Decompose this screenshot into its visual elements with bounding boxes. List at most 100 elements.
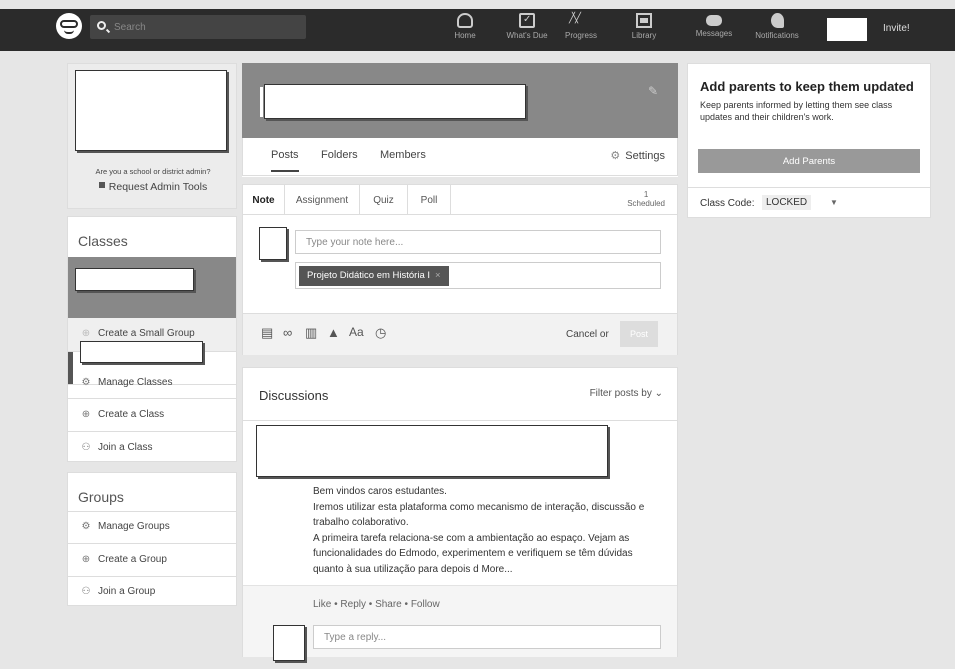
messages-icon xyxy=(706,15,722,26)
scheduled-label: Scheduled xyxy=(627,199,665,208)
small-group-item[interactable] xyxy=(80,341,203,363)
pencil-icon[interactable]: ✎ xyxy=(648,84,658,98)
nav-messages[interactable]: Messages xyxy=(693,11,735,47)
add-parents-button[interactable]: Add Parents xyxy=(698,149,920,173)
parents-title: Add parents to keep them updated xyxy=(700,79,914,94)
groups-title: Groups xyxy=(78,489,124,505)
follow-link[interactable]: Follow xyxy=(411,599,440,610)
banner-accent xyxy=(260,87,263,117)
home-icon xyxy=(457,13,473,28)
recipient-chip: Projeto Didático em História I × xyxy=(299,266,449,286)
nav-label: Home xyxy=(454,31,476,40)
recipient-chip-label: Projeto Didático em História I xyxy=(307,270,431,281)
schedule-clock-icon[interactable]: ◷ xyxy=(375,325,386,341)
note-input[interactable] xyxy=(295,230,661,254)
post-composer: Note Assignment Quiz Poll 1 Scheduled Pr… xyxy=(242,184,678,355)
create-small-group-label: Create a Small Group xyxy=(98,328,195,339)
create-class-label: Create a Class xyxy=(98,409,165,420)
classes-panel: Classes ⊕ Create a Small Group ⚙ Manage … xyxy=(67,216,237,462)
group-tabs: Posts Folders Members ⚙ Settings xyxy=(242,138,678,176)
groups-panel: Groups ⚙ Manage Groups ⊕ Create a Group … xyxy=(67,472,237,606)
tab-folders[interactable]: Folders xyxy=(321,149,358,161)
tab-note[interactable]: Note xyxy=(243,185,285,214)
divider xyxy=(688,187,930,188)
nav-label: What's Due xyxy=(506,31,548,40)
tab-assignment[interactable]: Assignment xyxy=(285,185,360,214)
nav-library[interactable]: Library xyxy=(626,11,662,47)
manage-classes-link[interactable]: ⚙ Manage Classes xyxy=(68,367,236,400)
reply-row xyxy=(243,623,677,661)
user-avatar[interactable] xyxy=(827,18,867,41)
whats-due-icon xyxy=(519,13,535,28)
join-group-label: Join a Group xyxy=(98,586,156,597)
create-group-label: Create a Group xyxy=(98,554,167,565)
scheduled-count: 1 xyxy=(643,190,649,199)
manage-classes-label: Manage Classes xyxy=(98,377,173,388)
group-banner: ✎ xyxy=(242,63,678,138)
search-box[interactable] xyxy=(90,15,306,39)
chip-remove-button[interactable]: × xyxy=(435,270,441,281)
group-title-redacted xyxy=(264,84,526,119)
share-link[interactable]: Share xyxy=(375,599,402,610)
add-parents-card: Add parents to keep them updated Keep pa… xyxy=(687,63,931,218)
composer-tabs: Note Assignment Quiz Poll 1 Scheduled xyxy=(243,185,677,215)
nav-whats-due[interactable]: What's Due xyxy=(502,11,552,47)
like-link[interactable]: Like xyxy=(313,599,331,610)
plus-circle-icon: ⊕ xyxy=(81,328,91,339)
class-code-dropdown-icon[interactable]: ▼ xyxy=(830,198,838,207)
tab-quiz[interactable]: Quiz xyxy=(360,185,408,214)
post-author-redacted xyxy=(256,425,608,477)
link-icon[interactable]: ∞ xyxy=(283,325,292,340)
gear-icon: ⚙ xyxy=(81,521,91,532)
profile-image xyxy=(75,70,227,151)
create-class-link[interactable]: ⊕ Create a Class xyxy=(68,399,236,432)
tab-members[interactable]: Members xyxy=(380,149,426,161)
post-body: Bem vindos caros estudantes. Iremos util… xyxy=(313,484,663,577)
library-icon[interactable]: ▥ xyxy=(305,325,317,341)
settings-button[interactable]: ⚙ Settings xyxy=(610,149,665,162)
tab-poll[interactable]: Poll xyxy=(408,185,451,214)
reply-input[interactable] xyxy=(313,625,661,649)
recipients-field[interactable]: Projeto Didático em História I × xyxy=(295,262,661,289)
text-format-button[interactable]: Aa xyxy=(349,325,364,339)
chevron-down-icon: ⌄ xyxy=(654,388,663,399)
manage-groups-link[interactable]: ⚙ Manage Groups xyxy=(68,511,236,544)
nav-home[interactable]: Home xyxy=(448,11,482,47)
progress-icon xyxy=(569,13,589,28)
attach-file-icon[interactable]: ▤ xyxy=(261,325,273,341)
cancel-link[interactable]: Cancel or xyxy=(566,329,609,340)
scheduled-posts-link[interactable]: 1 Scheduled xyxy=(627,190,665,208)
nav-progress[interactable]: Progress xyxy=(560,11,602,47)
request-admin-tools-button[interactable]: Request Admin Tools xyxy=(68,181,238,193)
notifications-icon xyxy=(770,13,784,28)
discussions-panel: Discussions Filter posts by ⌄ Paint S Be… xyxy=(242,367,678,661)
filter-label: Filter posts by xyxy=(589,388,652,399)
top-navigation-bar: Home What's Due Progress Library Message… xyxy=(0,9,955,51)
tab-posts[interactable]: Posts xyxy=(271,149,299,172)
join-class-label: Join a Class xyxy=(98,442,153,453)
google-drive-icon[interactable]: ▲ xyxy=(327,325,340,340)
manage-groups-label: Manage Groups xyxy=(98,521,170,532)
filter-posts-dropdown[interactable]: Filter posts by ⌄ xyxy=(590,388,663,399)
create-group-link[interactable]: ⊕ Create a Group xyxy=(68,544,236,577)
join-group-link[interactable]: ⚇ Join a Group xyxy=(68,576,236,609)
edmodo-logo-icon[interactable] xyxy=(56,13,82,39)
discussions-title: Discussions xyxy=(259,388,329,403)
post-button[interactable]: Post xyxy=(620,321,658,347)
post-actions: Like • Reply • Share • Follow xyxy=(313,599,440,610)
join-class-link[interactable]: ⚇ Join a Class xyxy=(68,432,236,465)
join-users-icon: ⚇ xyxy=(81,442,91,453)
reply-link[interactable]: Reply xyxy=(340,599,366,610)
invite-link[interactable]: Invite! xyxy=(883,23,910,34)
settings-label: Settings xyxy=(625,150,665,162)
post-line: Iremos utilizar esta plataforma como mec… xyxy=(313,501,645,529)
selected-class-item[interactable] xyxy=(68,257,236,318)
parents-description: Keep parents informed by letting them se… xyxy=(700,100,893,122)
search-icon xyxy=(97,21,106,30)
composer-toolbar: ▤ ∞ ▥ ▲ Aa ◷ Cancel or Post xyxy=(243,313,677,355)
search-input[interactable] xyxy=(114,18,299,36)
nav-notifications[interactable]: Notifications xyxy=(750,11,804,47)
library-icon xyxy=(636,13,652,28)
request-admin-label: Request Admin Tools xyxy=(108,181,208,193)
gear-icon: ⚙ xyxy=(81,377,91,388)
